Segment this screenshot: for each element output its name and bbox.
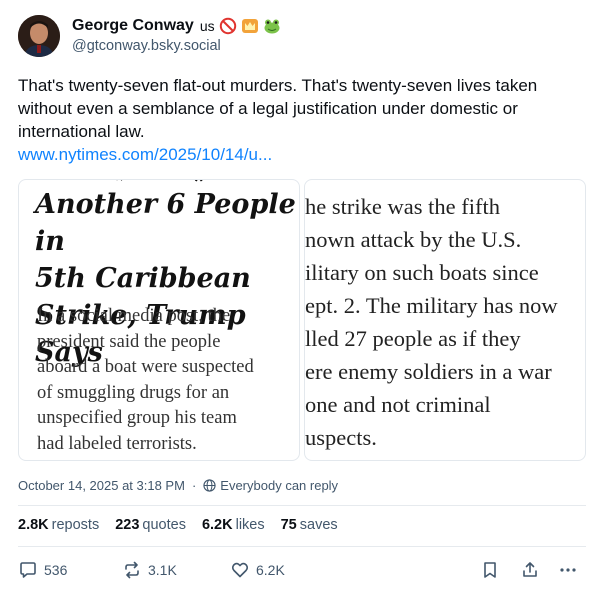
stat-label: quotes [142,517,186,533]
stat-likes[interactable]: 6.2K likes [202,517,265,533]
reply-icon [20,562,36,578]
post-link[interactable]: www.nytimes.com/2025/10/14/u... [18,145,272,165]
name-row: George Conway us [72,17,281,35]
author-display-name[interactable]: George Conway [72,17,194,35]
stat-label: reposts [51,517,100,533]
post-header: George Conway us @gtconway.bsky.social [18,15,281,57]
bookmark-button[interactable] [480,560,500,580]
stat-reposts[interactable]: 2.8K reposts [18,517,99,533]
reply-setting-label: Everybody can reply [220,478,339,493]
post-meta: October 14, 2025 at 3:18 PM · Everybody … [18,478,338,493]
frog-icon [263,17,281,35]
like-count: 6.2K [256,562,285,578]
no-entry-icon [219,17,237,35]
repost-button[interactable]: 3.1K [122,560,177,580]
stat-saves[interactable]: 75 saves [281,517,338,533]
divider [18,546,586,547]
engagement-stats: 2.8K reposts 223 quotes 6.2K likes 75 saves [18,517,338,533]
stat-count: 6.2K [201,517,233,533]
stat-count: 2.8K [18,517,49,533]
reply-button[interactable]: 536 [18,560,67,580]
post-timestamp[interactable]: October 14, 2025 at 3:18 PM [18,478,185,493]
repost-icon [125,561,139,579]
post-text: That's twenty-seven flat-out murders. Th… [18,76,538,141]
author-names: George Conway us @gtconway.bsky.social [72,17,281,54]
like-button[interactable]: 6.2K [230,560,285,580]
action-bar: 536 3.1K 6.2K [16,560,586,582]
meta-separator: · [191,478,197,493]
image-gallery: Another 6 People in 5th Caribbean Strike… [18,179,586,461]
share-icon [523,562,537,577]
reply-setting: Everybody can reply [203,478,338,493]
article-excerpt: he strike was the fifth nown attack by t… [305,194,558,450]
crown-icon [241,17,259,35]
avatar[interactable] [18,15,60,57]
stat-label: saves [299,517,338,533]
heart-icon [232,562,248,578]
post-thread-view: George Conway us @gtconway.bsky.social T… [0,0,594,590]
globe-icon [203,479,216,492]
image-article-excerpt[interactable]: he strike was the fifth nown attack by t… [304,179,586,461]
cropped-text-fragment [116,180,203,182]
more-options-button[interactable] [558,560,578,580]
author-handle[interactable]: @gtconway.bsky.social [72,38,281,54]
author-name-suffix: us [199,18,215,34]
repost-count: 3.1K [148,562,177,578]
stat-label: likes [235,517,265,533]
share-button[interactable] [520,560,540,580]
ellipsis-icon [560,568,576,572]
image-headline[interactable]: Another 6 People in 5th Caribbean Strike… [18,179,300,461]
bookmark-icon [484,562,496,578]
article-dek: In a social media post, the president sa… [37,306,254,454]
stat-count: 223 [115,517,140,533]
reply-count: 536 [44,562,68,578]
stat-count: 75 [280,517,297,533]
stat-quotes[interactable]: 223 quotes [115,517,186,533]
divider [18,505,586,506]
